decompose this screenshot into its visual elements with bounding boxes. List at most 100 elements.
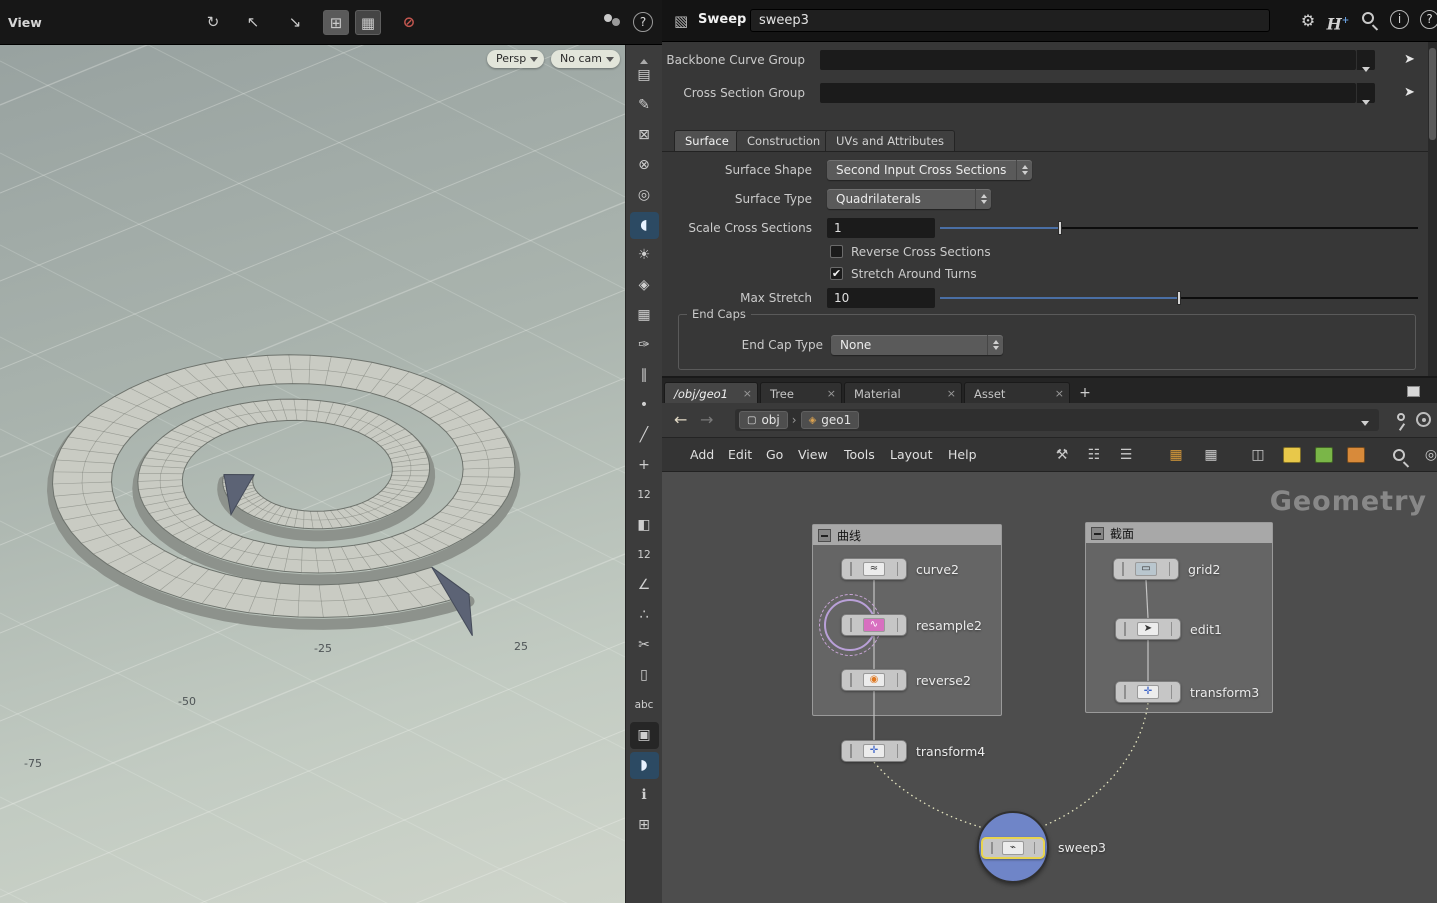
interrupt-cook-icon[interactable]: ⊘ <box>396 10 422 35</box>
pane-maximize-icon[interactable] <box>1407 386 1420 397</box>
handles-tool-icon[interactable]: ↘ <box>282 10 308 35</box>
lock-handle-icon[interactable]: ⊠ <box>630 122 659 149</box>
persp-view-menu[interactable]: Persp <box>487 50 544 68</box>
background-image-icon[interactable] <box>1315 447 1333 463</box>
forward-arrow-icon[interactable]: → <box>700 411 713 429</box>
help-icon[interactable]: ? <box>1420 10 1437 29</box>
pane-tab-tree-view[interactable]: Tree View× <box>760 382 842 405</box>
select-group-arrow-icon[interactable]: ➤ <box>1404 83 1415 103</box>
breadcrumb[interactable]: ▢obj › ◈geo1 <box>735 409 1379 431</box>
tube-primitive-icon[interactable]: ▯ <box>630 662 659 689</box>
pane-tab-obj-geo1[interactable]: /obj/geo1× <box>664 382 758 405</box>
collapse-box-icon[interactable] <box>1091 527 1104 540</box>
max-stretch-input[interactable]: 10 <box>827 288 935 308</box>
spinner-icon[interactable] <box>975 189 991 209</box>
slider-handle[interactable] <box>1058 221 1062 235</box>
fill-display-icon[interactable]: ◧ <box>630 512 659 539</box>
network-box-header[interactable]: 截面 <box>1086 523 1272 543</box>
select-tool-icon[interactable]: ↖ <box>240 10 266 35</box>
back-arrow-icon[interactable]: ← <box>674 411 687 429</box>
node-transform4[interactable]: ✛ transform4 <box>841 740 985 762</box>
snap-options-toggle[interactable]: ⊞ <box>323 10 349 35</box>
surface-type-dropdown[interactable]: Quadrilaterals <box>827 189 991 209</box>
pane-snapshot-icon[interactable]: ▤ <box>630 62 659 89</box>
current-node-ring-icon[interactable]: ⌁ <box>977 811 1049 883</box>
material-icon[interactable] <box>1347 447 1365 463</box>
backbone-group-dropdown[interactable] <box>1356 50 1375 70</box>
tumble-view-icon[interactable]: ↻ <box>200 10 226 35</box>
houdini-badge-icon[interactable]: H+ <box>1326 9 1350 33</box>
select-group-arrow-icon[interactable]: ➤ <box>1404 50 1415 70</box>
gear-icon[interactable]: ⚙ <box>1296 9 1320 33</box>
camera-view-toggle[interactable]: ▦ <box>355 10 381 35</box>
node-tile[interactable]: ⌁ <box>981 837 1045 859</box>
new-tab-button[interactable]: + <box>1076 384 1094 402</box>
comb-icon[interactable]: ∥ <box>630 362 659 389</box>
collapse-box-icon[interactable] <box>818 529 831 542</box>
menu-help[interactable]: Help <box>942 438 983 472</box>
path-dropdown[interactable] <box>1355 411 1375 430</box>
radial-menu-icon[interactable] <box>1416 412 1431 427</box>
tab-uvs-attributes[interactable]: UVs and Attributes <box>825 130 955 151</box>
display-flag-icon[interactable]: ◎ <box>1419 445 1437 466</box>
help-icon[interactable]: ? <box>633 12 653 32</box>
node-sweep3[interactable]: ⌁ sweep3 <box>977 811 1106 883</box>
breadcrumb-geo1[interactable]: ◈geo1 <box>801 411 860 429</box>
close-icon[interactable]: × <box>743 383 752 405</box>
sticky-note-icon[interactable] <box>1283 447 1301 463</box>
menu-add[interactable]: Add <box>684 438 720 472</box>
node-tile[interactable]: ◉ <box>841 669 907 691</box>
node-curve2[interactable]: ≈ curve2 <box>841 558 959 580</box>
node-name-input[interactable]: sweep3 <box>750 9 1270 32</box>
world-axes-icon[interactable]: ◈ <box>630 272 659 299</box>
node-transform3[interactable]: ✛ transform3 <box>1115 681 1259 703</box>
end-cap-type-dropdown[interactable]: None <box>831 335 1003 355</box>
draw-curve-icon[interactable]: ╱ <box>630 422 659 449</box>
network-tree-icon[interactable]: ☷ <box>1082 445 1106 466</box>
ruler-icon[interactable]: ∠ <box>630 572 659 599</box>
max-stretch-slider[interactable] <box>940 288 1418 308</box>
strip-scroll-up[interactable] <box>626 45 662 59</box>
spinner-icon[interactable] <box>987 335 1003 355</box>
menu-layout[interactable]: Layout <box>884 438 939 472</box>
vertex-count-icon[interactable]: 12 <box>630 542 659 569</box>
pane-tab-asset-browser[interactable]: Asset Browser× <box>964 382 1070 405</box>
grid-display-icon[interactable]: ⊞ <box>630 812 659 839</box>
close-icon[interactable]: × <box>827 383 836 405</box>
no-selection-icon[interactable]: ⊗ <box>630 152 659 179</box>
node-tile[interactable]: ➤ <box>1115 618 1181 640</box>
slider-handle[interactable] <box>1177 291 1181 305</box>
menu-tools[interactable]: Tools <box>838 438 881 472</box>
annotate-pen-icon[interactable]: ✎ <box>630 92 659 119</box>
pin-handle-icon[interactable]: + <box>630 452 659 479</box>
breadcrumb-obj[interactable]: ▢obj <box>739 411 788 429</box>
pane-tab-material-palette[interactable]: Material Palette× <box>844 382 962 405</box>
list-view-icon[interactable]: ☰ <box>1114 445 1138 466</box>
menu-go[interactable]: Go <box>760 438 789 472</box>
background-image-icon[interactable]: ▣ <box>630 722 659 749</box>
cross-section-group-dropdown[interactable] <box>1356 83 1375 103</box>
node-tile[interactable]: ▭ <box>1113 558 1179 580</box>
node-tile[interactable]: ✛ <box>1115 681 1181 703</box>
spinner-icon[interactable] <box>1016 160 1032 180</box>
node-tile[interactable]: ≈ <box>841 558 907 580</box>
layout-grid-outline-icon[interactable]: ▦ <box>1199 445 1223 466</box>
multi-user-icon[interactable] <box>602 14 624 32</box>
network-editor[interactable]: Geometry 曲线 截面 ≈ curve2 <box>662 472 1437 903</box>
menu-edit[interactable]: Edit <box>722 438 758 472</box>
snap-ring-icon[interactable]: ◎ <box>630 182 659 209</box>
point-count-icon[interactable]: 12 <box>630 482 659 509</box>
menu-view[interactable]: View <box>792 438 834 472</box>
tools-icon[interactable]: ⚒ <box>1050 445 1074 466</box>
network-box-header[interactable]: 曲线 <box>813 525 1001 545</box>
scene-viewport[interactable]: -75 -50 -25 25 Persp No cam <box>0 45 625 903</box>
node-grid2[interactable]: ▭ grid2 <box>1113 558 1220 580</box>
text-abc-icon[interactable]: abc <box>630 692 659 719</box>
search-icon[interactable] <box>1362 12 1374 24</box>
cross-section-group-input[interactable] <box>820 83 1356 103</box>
info-icon[interactable]: ℹ <box>630 782 659 809</box>
scale-cross-sections-input[interactable]: 1 <box>827 218 935 238</box>
shade-smooth-icon[interactable]: ◖ <box>630 212 659 239</box>
stretch-around-turns-checkbox[interactable]: ✔ <box>830 267 843 280</box>
find-node-icon[interactable] <box>1393 449 1405 461</box>
